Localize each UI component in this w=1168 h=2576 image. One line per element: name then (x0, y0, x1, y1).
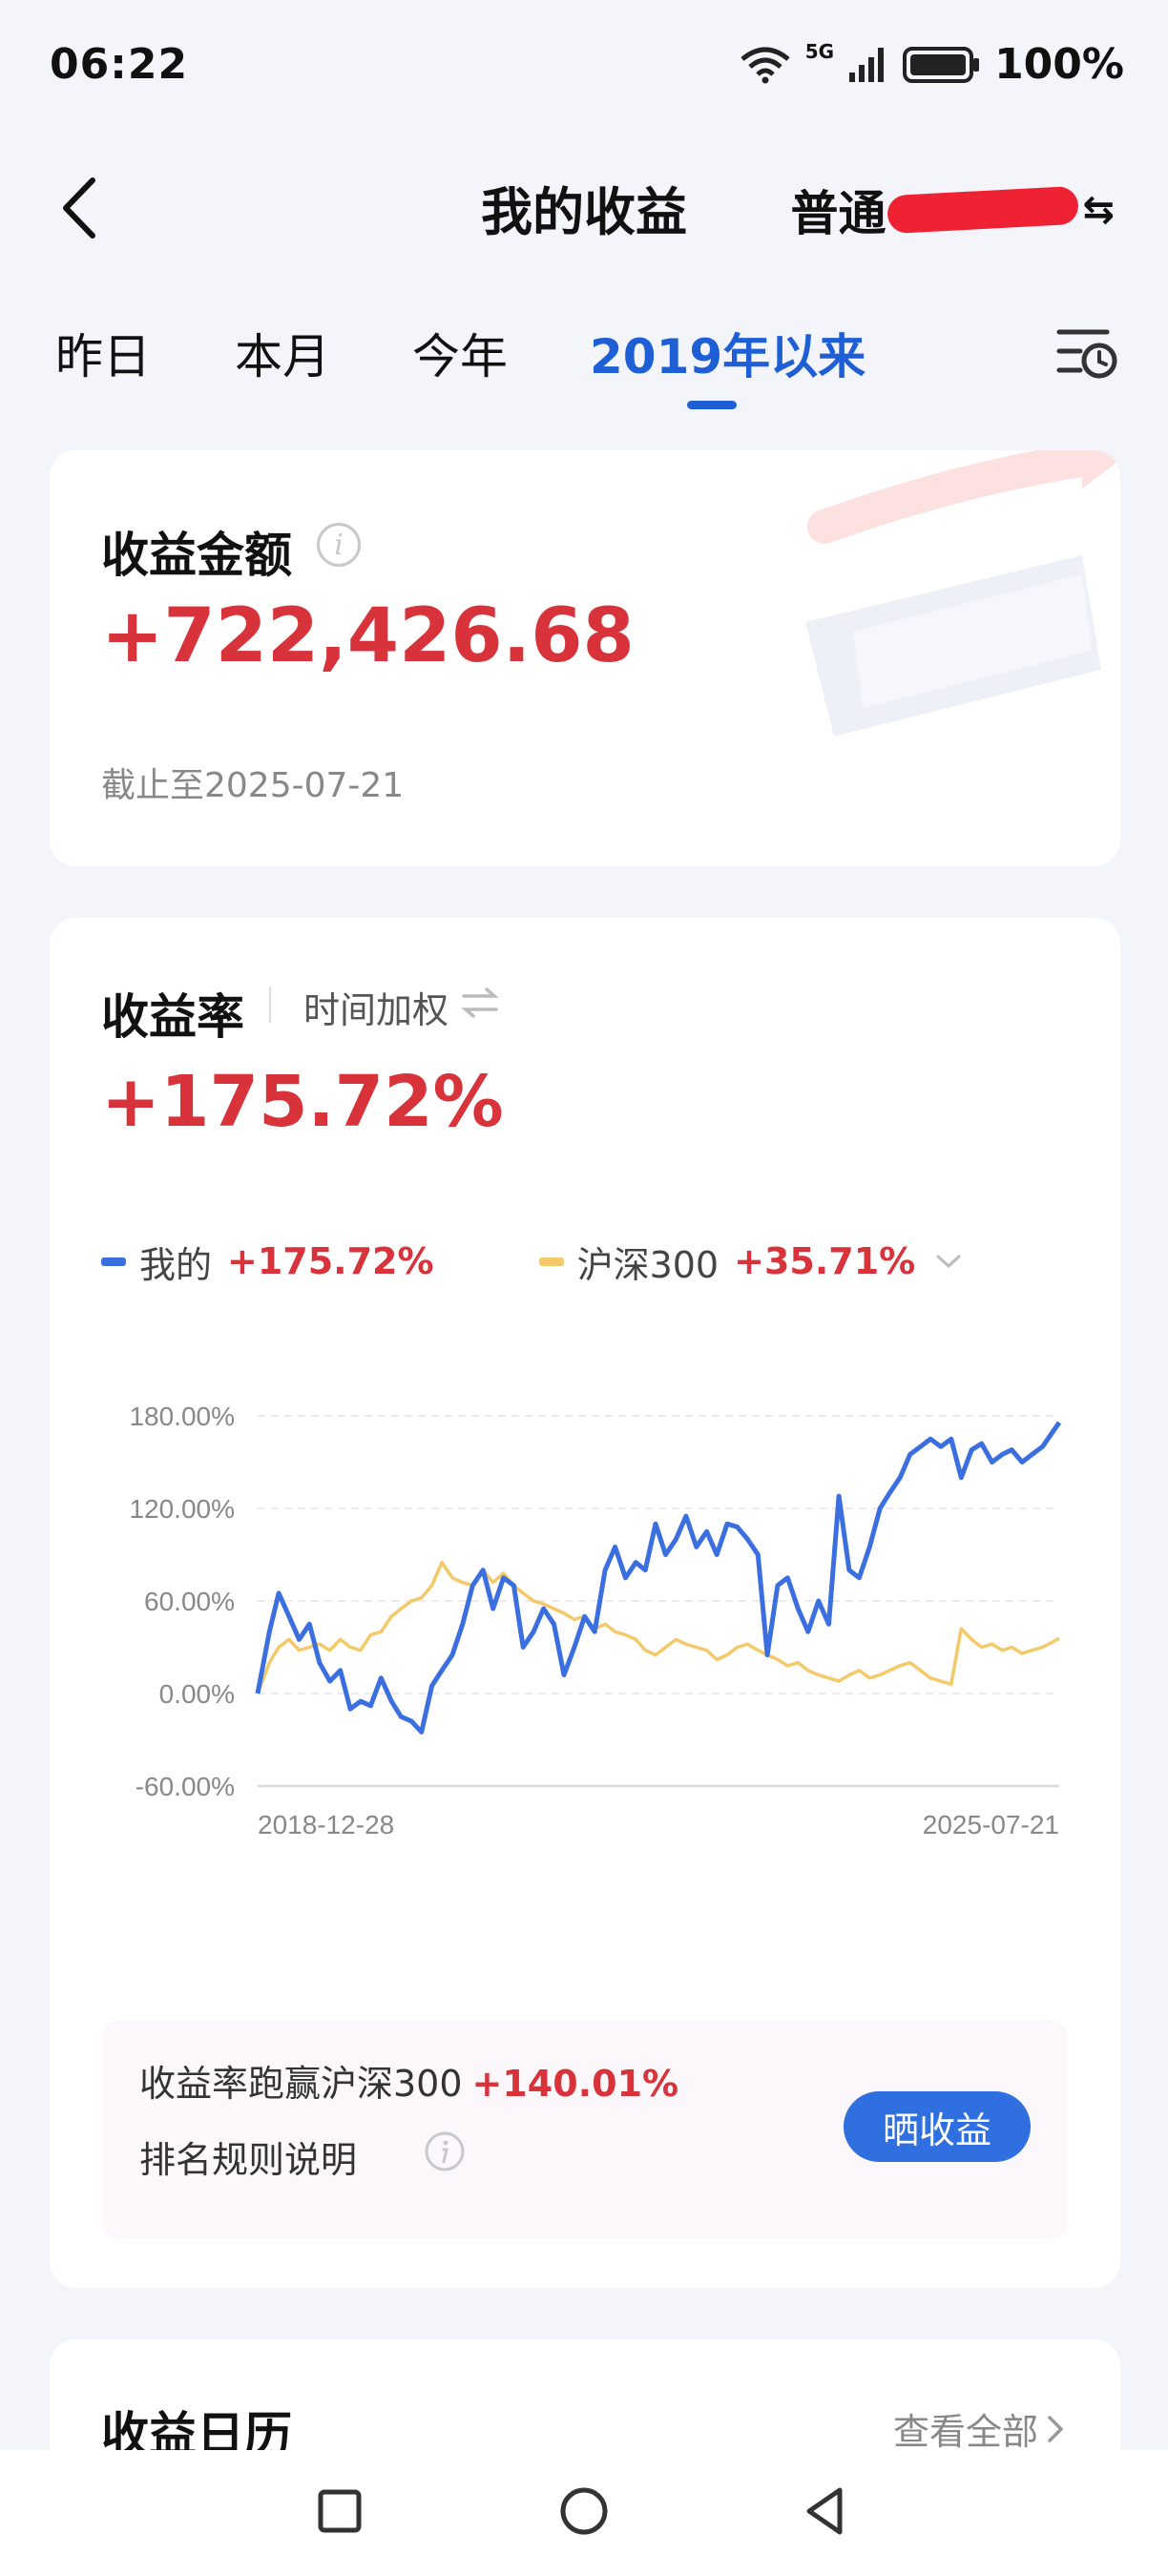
tab-this-month[interactable]: 本月 (235, 319, 330, 387)
rules-info-icon[interactable] (424, 2130, 466, 2172)
view-all-label: 查看全部 (892, 2411, 1038, 2453)
benchmark-dropdown-icon[interactable] (934, 1252, 963, 1271)
return-rate-value: +175.72% (101, 1061, 504, 1143)
earnings-amount: +722,426.68 (101, 593, 635, 679)
recent-apps-button[interactable] (311, 2483, 368, 2540)
back-nav-button[interactable] (798, 2483, 855, 2540)
ranking-rules-link[interactable]: 排名规则说明 (139, 2130, 357, 2183)
y-tick-label: 0.00% (159, 1679, 235, 1709)
status-time: 06:22 (50, 40, 189, 89)
comparison-box: 收益率跑赢沪深300 +140.01% 排名规则说明 晒收益 (103, 2020, 1067, 2239)
growth-chart-decoration (805, 450, 1120, 737)
share-earnings-button[interactable]: 晒收益 (844, 2091, 1031, 2162)
earnings-info-icon[interactable]: i (317, 523, 361, 567)
return-rate-title: 收益率 (101, 989, 244, 1045)
comparison-value: +140.01% (471, 2063, 679, 2105)
tab-yesterday[interactable]: 昨日 (55, 319, 151, 387)
account-switch[interactable]: 普通 ⇆ (790, 176, 1115, 244)
y-tick-label: 120.00% (129, 1494, 235, 1524)
period-tabs: 昨日 本月 今年 2019年以来 (0, 305, 1168, 420)
tab-since-2019[interactable]: 2019年以来 (590, 319, 866, 387)
x-tick-label: 2025-07-21 (923, 1810, 1059, 1839)
battery-level: 100% (994, 40, 1124, 89)
legend-swatch-csi300 (538, 1257, 564, 1266)
view-all-link[interactable]: 查看全部 (893, 2402, 1069, 2455)
y-tick-label: -60.00% (136, 1772, 235, 1801)
rate-method-toggle[interactable]: 时间加权 (303, 981, 448, 1033)
status-indicators: 5G 100% (739, 40, 1124, 89)
wifi-icon (740, 47, 790, 83)
legend-swatch-mine (101, 1257, 126, 1266)
home-button[interactable] (555, 2483, 613, 2540)
status-bar: 06:22 5G 100% (0, 0, 1168, 124)
earnings-card: 收益金额 i +722,426.68 截止至2025-07-21 (50, 450, 1120, 866)
as-of-date: 截止至2025-07-21 (101, 766, 405, 805)
legend-name-mine: 我的 (139, 1243, 213, 1286)
earnings-title: 收益金额 (101, 528, 292, 583)
network-type: 5G (804, 39, 835, 63)
battery-icon (903, 46, 980, 83)
chart-legend: 我的 +175.72% 沪深300 +35.71% (101, 1233, 963, 1290)
redaction-mark (886, 185, 1080, 235)
comparison-text: 收益率跑赢沪深300 +140.01% (139, 2054, 678, 2107)
chevron-right-icon (1048, 2415, 1064, 2442)
x-tick-label: 2018-12-28 (258, 1810, 394, 1839)
tab-this-year[interactable]: 今年 (412, 319, 508, 387)
legend-value-mine: +175.72% (227, 1240, 434, 1282)
legend-name-csi300[interactable]: 沪深300 (577, 1236, 720, 1288)
title-divider (269, 987, 271, 1023)
header: 我的收益 普通 ⇆ (0, 143, 1168, 267)
system-nav-bar (0, 2450, 1168, 2576)
y-tick-label: 180.00% (129, 1402, 235, 1431)
signal-icon (849, 47, 885, 82)
active-tab-indicator (687, 401, 737, 409)
comparison-label: 收益率跑赢沪深300 (139, 2063, 463, 2105)
series-line-csi300 (256, 1560, 1060, 1694)
swap-icon[interactable] (460, 987, 500, 1019)
legend-value-csi300: +35.71% (734, 1240, 916, 1282)
switch-arrow-icon: ⇆ (1082, 188, 1115, 232)
account-label: 普通 (790, 186, 886, 241)
series-line-mine (255, 1421, 1062, 1735)
return-rate-chart: 180.00% 120.00% 60.00% 0.00% -60.00% 2018-12-… (129, 1402, 1062, 1839)
history-icon[interactable] (1053, 319, 1120, 385)
y-tick-label: 60.00% (144, 1587, 235, 1616)
return-rate-card: 收益率 时间加权 +175.72% 我的 +175.72% 沪深300 +35.… (50, 918, 1120, 2288)
